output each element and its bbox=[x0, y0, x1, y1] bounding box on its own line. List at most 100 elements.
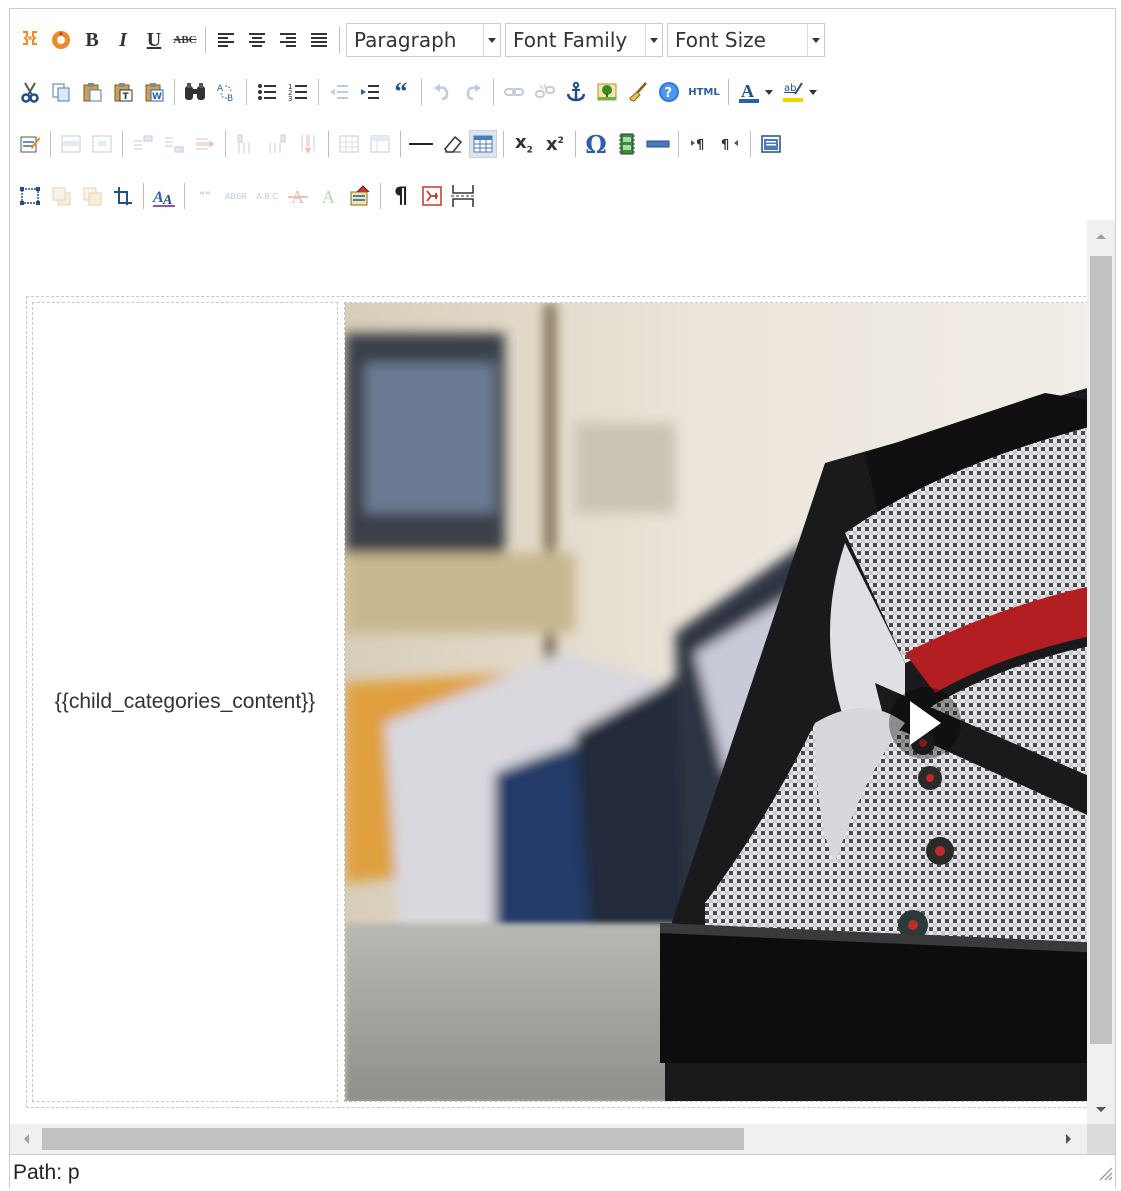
absolute-position-icon[interactable] bbox=[109, 182, 137, 210]
underline-button[interactable]: U bbox=[140, 26, 168, 54]
italic-button[interactable]: I bbox=[109, 26, 137, 54]
cite-icon[interactable]: “” bbox=[191, 182, 219, 210]
help-icon[interactable]: ? bbox=[655, 78, 683, 106]
toolbar-separator bbox=[328, 131, 329, 157]
insert-row-after-icon[interactable] bbox=[160, 130, 188, 158]
insert-layer-icon[interactable] bbox=[16, 182, 44, 210]
vertical-scrollbar[interactable] bbox=[1087, 220, 1115, 1124]
status-bar: Path: p bbox=[10, 1154, 1115, 1188]
bullet-list-icon[interactable] bbox=[253, 78, 281, 106]
split-cells-icon[interactable] bbox=[335, 130, 363, 158]
unlink-icon[interactable] bbox=[531, 78, 559, 106]
delete-col-icon[interactable] bbox=[294, 130, 322, 158]
rtl-direction-icon[interactable]: ¶ bbox=[716, 130, 744, 158]
replace-icon[interactable]: AB bbox=[212, 78, 240, 106]
copy-icon[interactable] bbox=[47, 78, 75, 106]
paste-icon[interactable] bbox=[78, 78, 106, 106]
svg-text:¶: ¶ bbox=[696, 138, 704, 153]
link-icon[interactable] bbox=[500, 78, 528, 106]
svg-text:A: A bbox=[741, 81, 754, 101]
acronym-icon[interactable]: A.B.C bbox=[253, 182, 281, 210]
indent-icon[interactable] bbox=[356, 78, 384, 106]
blockquote-icon[interactable]: “ bbox=[387, 78, 415, 106]
abbr-icon[interactable]: ABBR bbox=[222, 182, 250, 210]
bold-button[interactable]: B bbox=[78, 26, 106, 54]
shirts-image[interactable] bbox=[345, 303, 1087, 1102]
row-properties-icon[interactable] bbox=[57, 130, 85, 158]
insert-col-before-icon[interactable] bbox=[232, 130, 260, 158]
insertion-icon[interactable]: A bbox=[315, 182, 343, 210]
font-family-select[interactable]: Font Family bbox=[505, 23, 663, 57]
merge-cells-icon[interactable] bbox=[366, 130, 394, 158]
remove-format-icon[interactable] bbox=[438, 130, 466, 158]
text-color-dropdown[interactable] bbox=[763, 78, 775, 106]
edit-form-icon[interactable] bbox=[16, 130, 44, 158]
strikethrough-button[interactable]: ABC bbox=[171, 26, 199, 54]
italic-glyph: I bbox=[119, 28, 127, 51]
align-right-icon[interactable] bbox=[274, 26, 302, 54]
subscript-icon[interactable]: x2 bbox=[510, 130, 538, 158]
paste-word-icon[interactable]: W bbox=[140, 78, 168, 106]
outdent-icon[interactable] bbox=[325, 78, 353, 106]
cut-icon[interactable] bbox=[16, 78, 44, 106]
insert-media-icon[interactable] bbox=[613, 130, 641, 158]
horizontal-scrollbar[interactable] bbox=[10, 1124, 1087, 1154]
html-source-button[interactable]: HTML bbox=[686, 78, 722, 106]
text-color-icon[interactable]: A bbox=[735, 78, 763, 106]
find-icon[interactable] bbox=[181, 78, 209, 106]
nonbreaking-icon[interactable] bbox=[418, 182, 446, 210]
scroll-right-icon[interactable] bbox=[1055, 1124, 1083, 1154]
page-break-icon[interactable] bbox=[449, 182, 477, 210]
special-char-button[interactable]: Ω bbox=[582, 130, 610, 159]
align-center-icon[interactable] bbox=[243, 26, 271, 54]
scrollbar-corner bbox=[1087, 1124, 1115, 1154]
scroll-left-icon[interactable] bbox=[12, 1124, 40, 1154]
highlight-color-icon[interactable]: ab bbox=[779, 78, 807, 106]
horizontal-rule-icon[interactable] bbox=[407, 130, 435, 158]
insert-row-before-icon[interactable] bbox=[129, 130, 157, 158]
table-cell-left[interactable]: {{child_categories_content}} bbox=[32, 302, 338, 1102]
numbered-list-icon[interactable]: 123 bbox=[284, 78, 312, 106]
editor-content-area[interactable]: {{child_categories_content}} bbox=[10, 220, 1087, 1124]
styles-icon[interactable]: AA bbox=[150, 182, 178, 210]
insert-image-icon[interactable] bbox=[593, 78, 621, 106]
align-justify-icon[interactable] bbox=[305, 26, 333, 54]
align-left-icon[interactable] bbox=[212, 26, 240, 54]
fullscreen-icon[interactable] bbox=[757, 130, 785, 158]
content-table[interactable]: {{child_categories_content}} bbox=[26, 296, 1087, 1108]
visual-chars-button[interactable]: ¶ bbox=[387, 182, 415, 210]
vertical-scroll-thumb[interactable] bbox=[1090, 256, 1112, 1044]
superscript-icon[interactable]: x2 bbox=[541, 130, 569, 158]
resize-grip-icon[interactable] bbox=[1097, 1165, 1113, 1186]
format-select[interactable]: Paragraph bbox=[346, 23, 501, 57]
insert-widget-icon[interactable] bbox=[16, 26, 44, 54]
cite-glyph: “” bbox=[199, 191, 211, 201]
toolbar-separator bbox=[50, 131, 51, 157]
toolbar-separator bbox=[246, 79, 247, 105]
toolbar-separator bbox=[205, 27, 206, 53]
move-forward-icon[interactable] bbox=[47, 182, 75, 210]
scroll-up-icon[interactable] bbox=[1087, 222, 1115, 250]
undo-icon[interactable] bbox=[428, 78, 456, 106]
move-backward-icon[interactable] bbox=[78, 182, 106, 210]
horizontal-scroll-thumb[interactable] bbox=[42, 1128, 744, 1150]
font-size-select[interactable]: Font Size bbox=[667, 23, 825, 57]
anchor-icon[interactable] bbox=[562, 78, 590, 106]
cell-properties-icon[interactable] bbox=[88, 130, 116, 158]
delete-row-icon[interactable] bbox=[191, 130, 219, 158]
insert-variable-icon[interactable] bbox=[47, 26, 75, 54]
highlight-color-dropdown[interactable] bbox=[807, 78, 819, 106]
scroll-down-icon[interactable] bbox=[1087, 1096, 1115, 1124]
attributes-icon[interactable] bbox=[346, 182, 374, 210]
insert-hr-styled-icon[interactable] bbox=[644, 130, 672, 158]
table-cell-right[interactable] bbox=[344, 302, 1087, 1102]
redo-icon[interactable] bbox=[459, 78, 487, 106]
ltr-direction-icon[interactable]: ¶ bbox=[685, 130, 713, 158]
insert-table-icon[interactable] bbox=[469, 130, 497, 158]
cleanup-icon[interactable] bbox=[624, 78, 652, 106]
svg-text:¶: ¶ bbox=[721, 138, 729, 153]
play-icon[interactable] bbox=[889, 687, 961, 759]
paste-text-icon[interactable]: T bbox=[109, 78, 137, 106]
deletion-icon[interactable]: A bbox=[284, 182, 312, 210]
insert-col-after-icon[interactable] bbox=[263, 130, 291, 158]
